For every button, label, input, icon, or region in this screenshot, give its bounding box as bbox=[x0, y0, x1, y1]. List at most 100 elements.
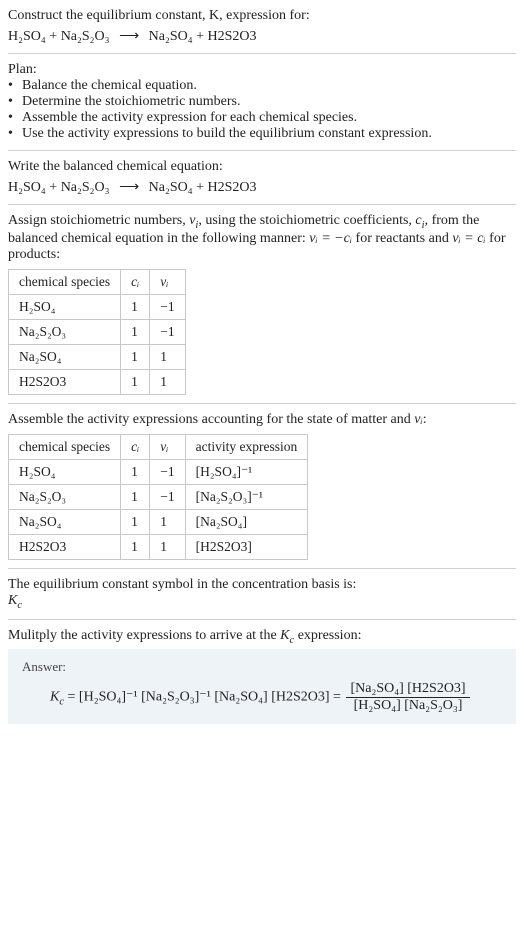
kc-text: K bbox=[8, 593, 17, 608]
divider bbox=[8, 403, 516, 404]
reaction-arrow-icon: ⟶ bbox=[113, 29, 145, 44]
term: [Na₂S₂O₃] bbox=[404, 698, 462, 713]
cell: [Na₂SO₄] bbox=[185, 509, 308, 534]
species: H2S2O3 bbox=[208, 180, 257, 195]
plus: + bbox=[46, 180, 61, 195]
cell: 1 bbox=[121, 294, 150, 319]
bullet-icon: • bbox=[8, 78, 22, 94]
stoich-table: chemical species cᵢ νᵢ H₂SO₄1−1 Na₂S₂O₃1… bbox=[8, 269, 186, 395]
equals: = bbox=[333, 690, 344, 705]
term: [H2S2O3] bbox=[271, 690, 329, 705]
kc-symbol: K bbox=[280, 628, 289, 643]
plan-block: Plan: •Balance the chemical equation. •D… bbox=[8, 62, 516, 142]
term: [Na₂S₂O₃]⁻¹ bbox=[141, 690, 211, 705]
cell: 1 bbox=[121, 484, 150, 509]
multiply-block: Mulitply the activity expressions to arr… bbox=[8, 628, 516, 646]
plus: + bbox=[46, 29, 61, 44]
table-row: Na₂S₂O₃1−1 bbox=[9, 319, 186, 344]
cell: 1 bbox=[150, 369, 185, 394]
term: [H₂SO₄] bbox=[354, 698, 401, 713]
col-header: cᵢ bbox=[121, 434, 150, 459]
cell: Na₂SO₄ bbox=[9, 509, 121, 534]
equals: = bbox=[68, 690, 79, 705]
prompt-equation: H₂SO₄ + Na₂S₂O₃ ⟶ Na₂SO₄ + H2S2O3 bbox=[8, 28, 516, 45]
cell: −1 bbox=[150, 484, 185, 509]
col-header: νᵢ bbox=[150, 434, 185, 459]
symbol-block: The equilibrium constant symbol in the c… bbox=[8, 577, 516, 611]
table-row: H₂SO₄1−1[H₂SO₄]⁻¹ bbox=[9, 459, 308, 484]
table-row: H2S2O311[H2S2O3] bbox=[9, 534, 308, 559]
table-row: Na₂SO₄11[Na₂SO₄] bbox=[9, 509, 308, 534]
col-header: chemical species bbox=[9, 434, 121, 459]
term: [H2S2O3] bbox=[407, 681, 465, 696]
cell: 1 bbox=[121, 369, 150, 394]
table-row: Na₂SO₄11 bbox=[9, 344, 186, 369]
kc-symbol: Kc bbox=[8, 593, 516, 611]
text: Mulitply the activity expressions to arr… bbox=[8, 628, 280, 643]
col-header: cᵢ bbox=[121, 269, 150, 294]
term: [Na₂SO₄] bbox=[350, 681, 403, 696]
prompt-line: Construct the equilibrium constant, K, e… bbox=[8, 8, 310, 23]
cell: −1 bbox=[150, 459, 185, 484]
cell: 1 bbox=[121, 534, 150, 559]
divider bbox=[8, 150, 516, 151]
term: [H₂SO₄]⁻¹ bbox=[79, 690, 138, 705]
divider bbox=[8, 53, 516, 54]
species: Na₂S₂O₃ bbox=[61, 180, 110, 195]
answer-label: Answer: bbox=[22, 659, 502, 675]
divider bbox=[8, 568, 516, 569]
kc-sub: c bbox=[17, 600, 22, 611]
cell: Na₂S₂O₃ bbox=[9, 319, 121, 344]
prompt-block: Construct the equilibrium constant, K, e… bbox=[8, 8, 516, 45]
term: [Na₂SO₄] bbox=[214, 690, 267, 705]
col-header: activity expression bbox=[185, 434, 308, 459]
balanced-title: Write the balanced chemical equation: bbox=[8, 159, 516, 175]
text: expression: bbox=[294, 628, 361, 643]
plan-item: •Assemble the activity expression for ea… bbox=[8, 110, 516, 126]
nu-symbol: νᵢ bbox=[414, 412, 422, 427]
cell: H2S2O3 bbox=[9, 369, 121, 394]
fraction-numerator: [Na₂SO₄] [H2S2O3] bbox=[346, 681, 469, 698]
plan-item-text: Assemble the activity expression for eac… bbox=[22, 110, 357, 126]
stoich-intro: Assign stoichiometric numbers, νi, using… bbox=[8, 213, 516, 263]
bullet-icon: • bbox=[8, 110, 22, 126]
activity-intro: Assemble the activity expressions accoun… bbox=[8, 412, 516, 428]
kc-sub: c bbox=[59, 697, 64, 708]
cell: 1 bbox=[121, 319, 150, 344]
relation: νᵢ = cᵢ bbox=[452, 231, 485, 246]
bullet-icon: • bbox=[8, 126, 22, 142]
cell: 1 bbox=[121, 459, 150, 484]
plan-item-text: Determine the stoichiometric numbers. bbox=[22, 94, 241, 110]
cell: [Na₂S₂O₃]⁻¹ bbox=[185, 484, 308, 509]
table-row: Na₂S₂O₃1−1[Na₂S₂O₃]⁻¹ bbox=[9, 484, 308, 509]
species: H₂SO₄ bbox=[8, 180, 46, 195]
col-header: chemical species bbox=[9, 269, 121, 294]
prompt-text: Construct the equilibrium constant, K, e… bbox=[8, 8, 516, 24]
plan-item-text: Balance the chemical equation. bbox=[22, 78, 197, 94]
cell: Na₂S₂O₃ bbox=[9, 484, 121, 509]
cell: [H₂SO₄]⁻¹ bbox=[185, 459, 308, 484]
cell: [H2S2O3] bbox=[185, 534, 308, 559]
plan-item-text: Use the activity expressions to build th… bbox=[22, 126, 432, 142]
cell: H₂SO₄ bbox=[9, 294, 121, 319]
divider bbox=[8, 619, 516, 620]
divider bbox=[8, 204, 516, 205]
balanced-equation: H₂SO₄ + Na₂S₂O₃ ⟶ Na₂SO₄ + H2S2O3 bbox=[8, 179, 516, 196]
cell: 1 bbox=[150, 534, 185, 559]
text: Assemble the activity expressions accoun… bbox=[8, 412, 414, 427]
table-header-row: chemical species cᵢ νᵢ bbox=[9, 269, 186, 294]
cell: −1 bbox=[150, 294, 185, 319]
plus: + bbox=[193, 180, 208, 195]
plus: + bbox=[193, 29, 208, 44]
species: Na₂SO₄ bbox=[149, 29, 193, 44]
balanced-block: Write the balanced chemical equation: H₂… bbox=[8, 159, 516, 196]
text: : bbox=[423, 412, 427, 427]
text: , using the stoichiometric coefficients, bbox=[198, 213, 415, 228]
species: H₂SO₄ bbox=[8, 29, 46, 44]
cell: 1 bbox=[150, 344, 185, 369]
table-row: H2S2O311 bbox=[9, 369, 186, 394]
plan-title: Plan: bbox=[8, 62, 516, 78]
cell: H₂SO₄ bbox=[9, 459, 121, 484]
relation: νᵢ = −cᵢ bbox=[309, 231, 352, 246]
activity-block: Assemble the activity expressions accoun… bbox=[8, 412, 516, 560]
